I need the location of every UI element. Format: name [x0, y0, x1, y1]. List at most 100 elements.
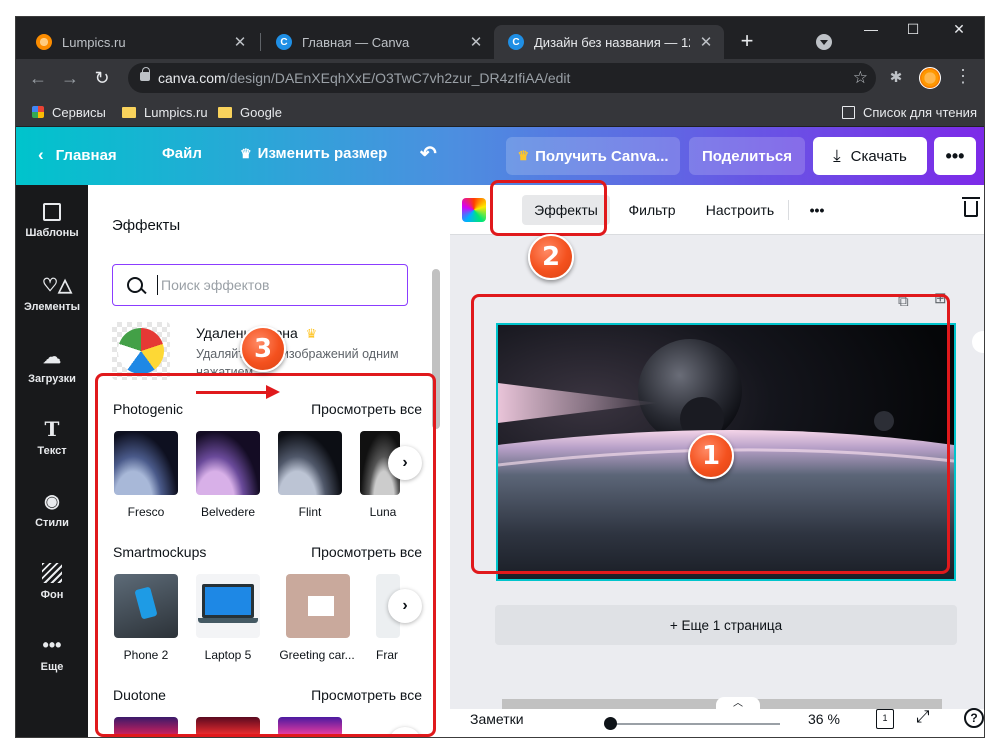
bookmark-label: Lumpics.ru	[144, 104, 208, 120]
notes-button[interactable]: Заметки	[470, 711, 524, 727]
text-icon: T	[44, 417, 60, 441]
adjust-button[interactable]: Настроить	[698, 195, 782, 225]
canva-header: ‹ Главная Файл ♛ Изменить размер ↶ ♛ Получи…	[16, 127, 984, 185]
folder-icon	[218, 106, 232, 118]
adjust-label: Настроить	[705, 202, 775, 218]
tab-search-icon[interactable]	[816, 34, 832, 50]
file-label: Файл	[162, 145, 202, 162]
bookmark-star-icon[interactable]: ☆	[853, 68, 868, 88]
bookmark-services[interactable]: Сервисы	[32, 102, 106, 122]
rail-uploads[interactable]: ☁ Загрузки	[16, 347, 88, 385]
background-icon	[42, 563, 62, 583]
fullscreen-icon[interactable]: ⤢	[916, 707, 930, 727]
rail-background[interactable]: Фон	[16, 563, 88, 601]
bookmark-google[interactable]: Google	[218, 102, 282, 122]
rail-templates[interactable]: Шаблоны	[16, 203, 88, 239]
maximize-icon[interactable]: ☐	[898, 21, 928, 38]
bookmark-label: Сервисы	[52, 104, 106, 120]
window-close-icon[interactable]: ✕	[944, 21, 974, 38]
zoom-slider-knob[interactable]	[604, 717, 617, 730]
canva-favicon: C	[276, 34, 292, 50]
rail-label: Загрузки	[28, 373, 76, 385]
filter-button[interactable]: Фильтр	[622, 195, 682, 225]
step-badge-2: 2	[528, 234, 574, 280]
get-canva-pro-button[interactable]: ♛ Получить Canva...	[506, 137, 680, 175]
crown-icon: ♛	[305, 326, 318, 341]
bookmark-lumpics[interactable]: Lumpics.ru	[122, 102, 208, 122]
undo-icon[interactable]: ↶	[420, 141, 437, 166]
get-canva-label: Получить Canva...	[535, 147, 669, 165]
highlight-effects-list	[95, 373, 436, 737]
rail-label: Фон	[40, 589, 64, 601]
forward-icon[interactable]: →	[58, 66, 82, 90]
extensions-icon[interactable]: ✱	[886, 68, 906, 88]
bookmark-label: Google	[240, 104, 282, 120]
resize-button[interactable]: ♛ Изменить размер	[240, 145, 387, 162]
add-page-button[interactable]: + Еще 1 страница	[495, 605, 957, 645]
upload-icon: ☁	[43, 347, 61, 367]
tab-canva-home[interactable]: C Главная — Canva ✕	[262, 25, 494, 59]
search-placeholder: Поиск эффектов	[161, 277, 270, 293]
home-link[interactable]: ‹ Главная	[38, 145, 117, 165]
more-toolbar-icon[interactable]: •••	[802, 195, 832, 225]
address-bar[interactable]: canva.com/design/DAEnXEqhXxE/O3TwC7vh2zu…	[128, 63, 876, 93]
tab-strip: Lumpics.ru ✕ C Главная — Canva ✕ C Дизай…	[16, 17, 984, 59]
new-tab-button[interactable]: +	[734, 29, 760, 53]
tab-separator	[260, 33, 261, 51]
canva-favicon: C	[508, 34, 524, 50]
rotate-handle[interactable]	[972, 331, 984, 353]
download-button[interactable]: ⤓ Скачать	[813, 137, 927, 175]
text-caret	[157, 275, 158, 295]
tab-lumpics[interactable]: Lumpics.ru ✕	[22, 25, 258, 59]
more-options-button[interactable]: •••	[934, 137, 976, 175]
annotation-arrow	[196, 391, 268, 394]
rail-label: Стили	[35, 517, 69, 529]
url-text: canva.com/design/DAEnXEqhXxE/O3TwC7vh2zu…	[158, 70, 571, 86]
close-icon[interactable]: ✕	[468, 33, 484, 51]
resize-label: Изменить размер	[257, 145, 388, 162]
rail-elements[interactable]: ♡△ Элементы	[16, 275, 88, 313]
browser-menu-icon[interactable]: ⋮	[954, 66, 972, 87]
tab-title: Lumpics.ru	[62, 34, 126, 50]
templates-icon	[43, 203, 61, 221]
back-icon[interactable]: ←	[26, 66, 50, 90]
tab-canva-design[interactable]: C Дизайн без названия — 1280 ✕	[494, 25, 724, 59]
color-picker-icon[interactable]	[462, 198, 486, 222]
palette-icon: ◉	[44, 491, 60, 511]
rail-styles[interactable]: ◉ Стили	[16, 491, 88, 529]
beach-ball-image	[118, 328, 164, 374]
crown-icon: ♛	[240, 145, 252, 161]
bg-removal-thumbnail[interactable]	[112, 322, 170, 380]
page-count-icon[interactable]: 1	[876, 709, 894, 729]
reading-list[interactable]: Список для чтения	[842, 102, 977, 122]
effects-search-input[interactable]: Поиск эффектов	[112, 264, 408, 306]
step-badge-1: 1	[688, 433, 734, 479]
highlight-effects-button	[490, 180, 607, 236]
zoom-level[interactable]: 36 %	[808, 711, 840, 727]
search-icon	[127, 277, 143, 293]
trash-icon[interactable]	[962, 197, 980, 217]
rail-more[interactable]: ••• Еще	[16, 635, 88, 673]
rail-label: Элементы	[23, 301, 81, 313]
folder-icon	[122, 106, 136, 118]
download-icon: ⤓	[833, 146, 841, 165]
minimize-icon[interactable]: —	[856, 21, 886, 37]
rail-text[interactable]: T Текст	[16, 419, 88, 457]
panel-title: Эффекты	[112, 217, 181, 234]
close-icon[interactable]: ✕	[698, 33, 714, 51]
chevron-left-icon: ‹	[38, 145, 44, 164]
close-icon[interactable]: ✕	[232, 33, 248, 51]
annotation-arrow-head	[266, 385, 280, 399]
bookmarks-bar: Сервисы Lumpics.ru Google Список для чте…	[16, 97, 984, 127]
share-label: Поделиться	[701, 147, 793, 165]
zoom-slider[interactable]	[610, 723, 780, 725]
reload-icon[interactable]: ↻	[90, 66, 114, 90]
tab-title: Дизайн без названия — 1280	[534, 34, 690, 50]
file-menu[interactable]: Файл	[162, 145, 202, 162]
help-icon[interactable]: ?	[964, 708, 984, 728]
rail-label: Текст	[37, 445, 67, 457]
share-button[interactable]: Поделиться	[689, 137, 805, 175]
home-label: Главная	[55, 146, 117, 164]
tab-title: Главная — Canva	[302, 34, 410, 50]
avatar[interactable]	[919, 67, 941, 89]
